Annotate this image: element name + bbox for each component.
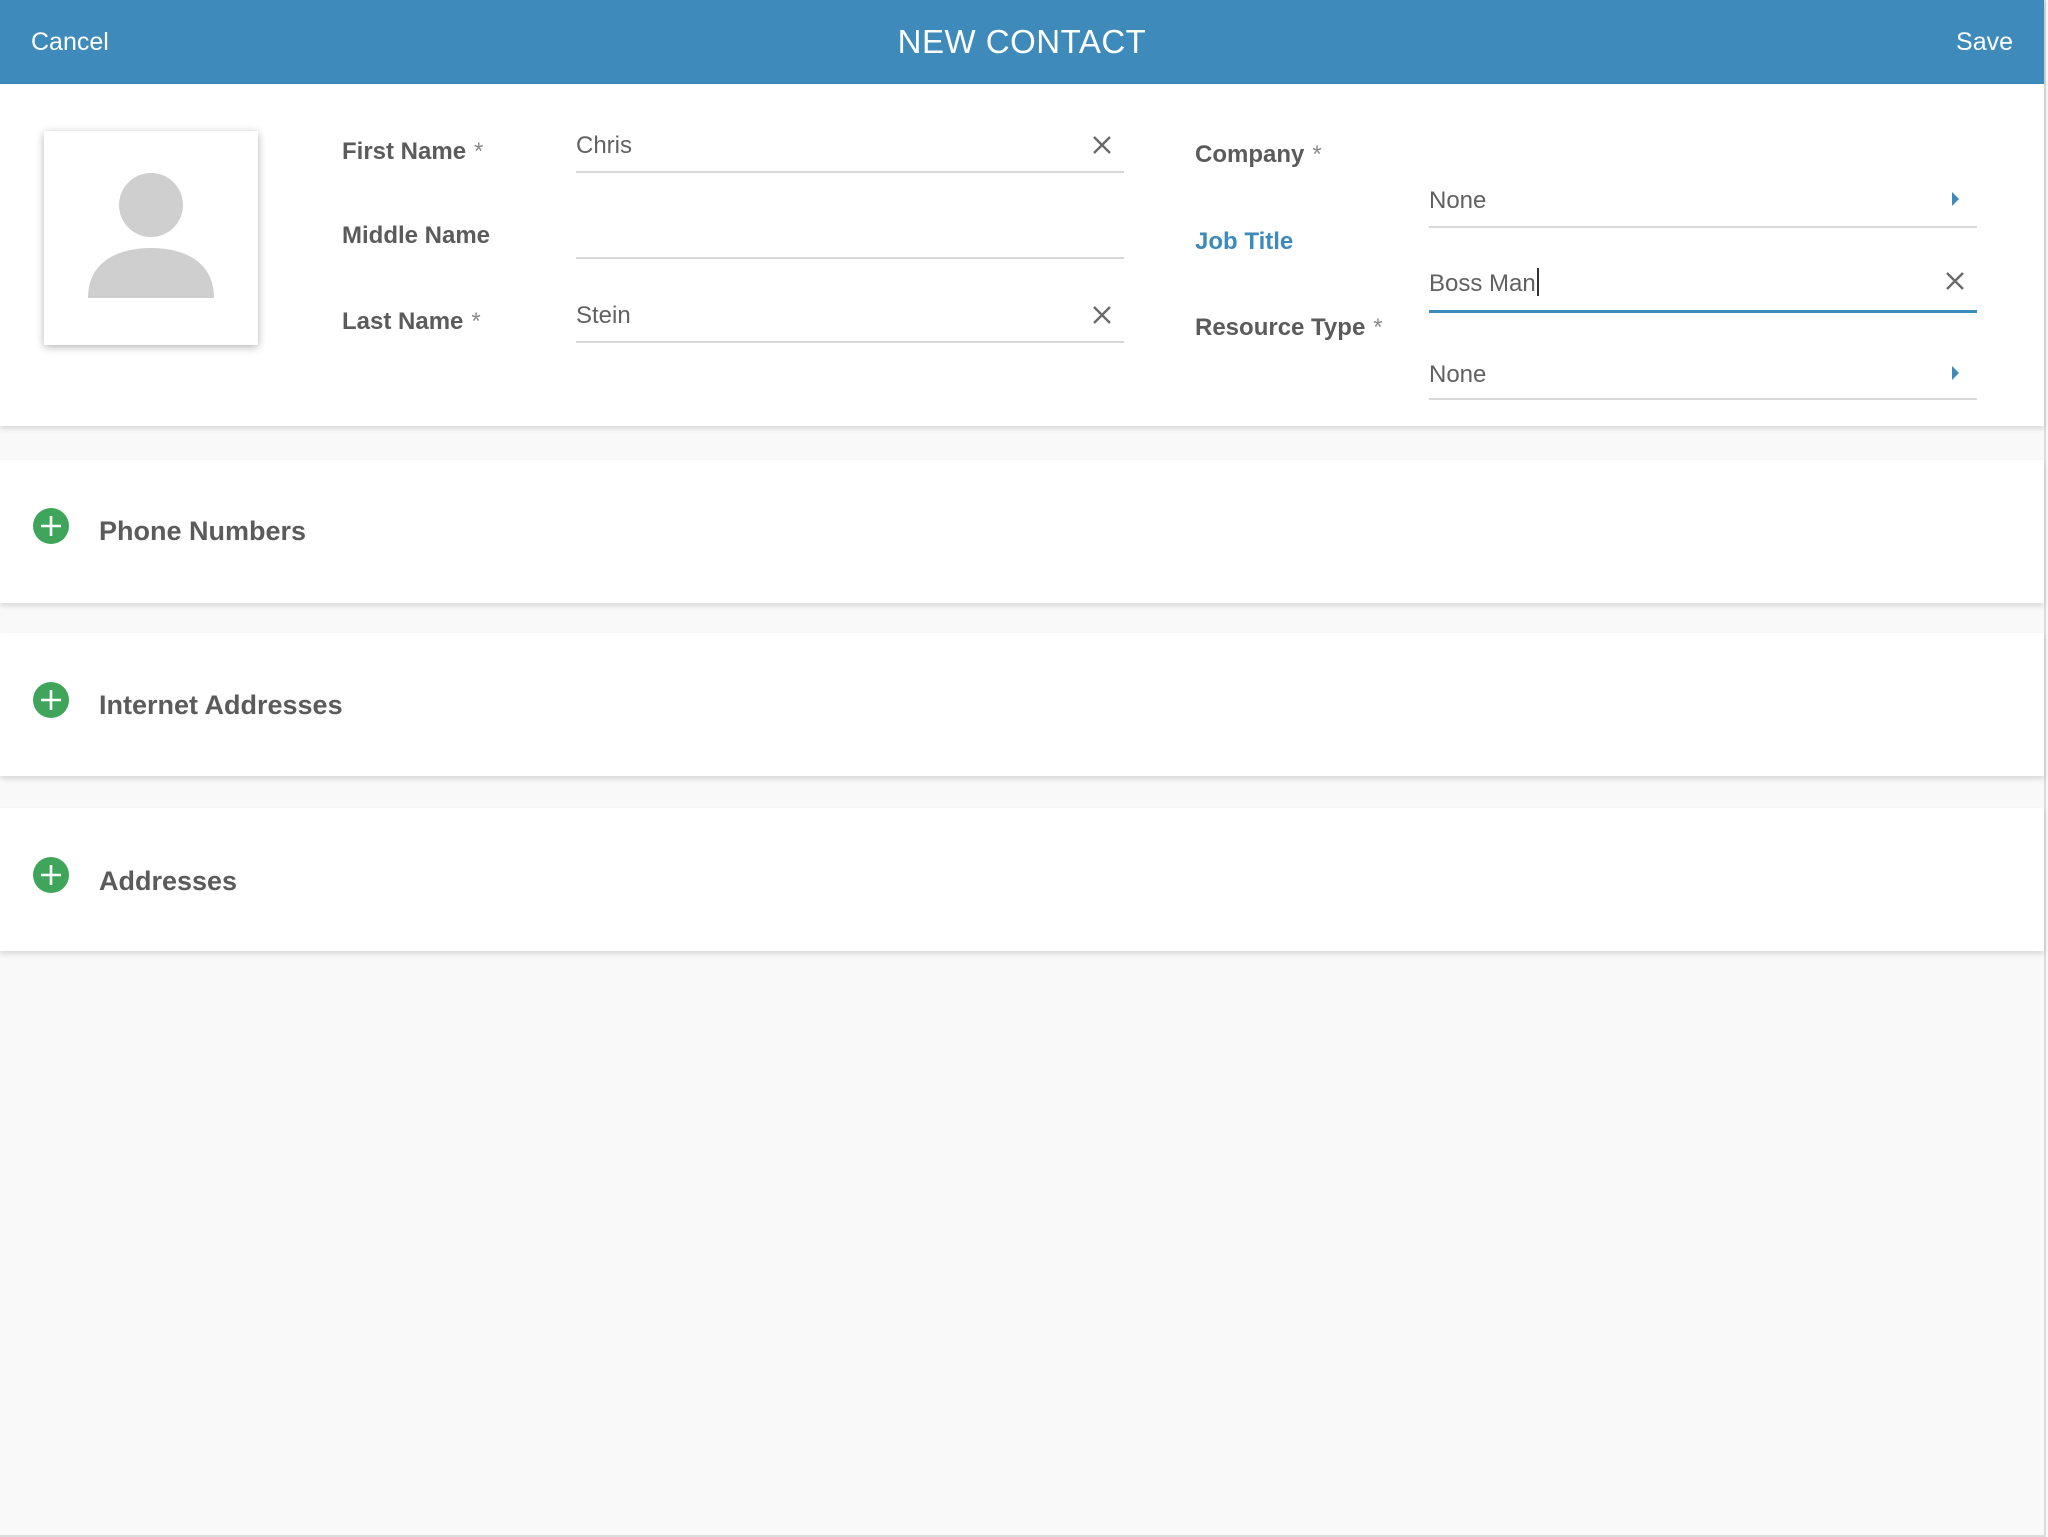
middle-name-field [576, 211, 1124, 259]
first-name-field [576, 125, 1124, 173]
required-marker: * [474, 138, 484, 165]
avatar[interactable] [44, 131, 258, 345]
header-bar: Cancel NEW CONTACT Save [0, 0, 2044, 84]
save-button[interactable]: Save [1956, 26, 2013, 58]
resource-type-picker[interactable]: None [1429, 352, 1977, 400]
job-title-field: Boss Man [1429, 264, 1977, 313]
new-contact-screen: Cancel NEW CONTACT Save First Name * Midd… [0, 0, 2046, 1537]
first-name-input[interactable] [576, 131, 1056, 161]
phone-numbers-section: Phone Numbers [0, 460, 2044, 603]
plus-circle-icon[interactable] [33, 682, 69, 718]
last-name-label-text: Last Name [342, 308, 464, 335]
caret-right-icon[interactable] [1952, 366, 1959, 380]
required-marker: * [471, 308, 481, 335]
job-title-value: Boss Man [1429, 270, 1536, 297]
addresses-title[interactable]: Addresses [99, 864, 237, 898]
job-title-input[interactable]: Boss Man [1429, 268, 1539, 299]
required-marker: * [1312, 141, 1322, 168]
addresses-section: Addresses [0, 808, 2044, 951]
job-title-label-text: Job Title [1195, 228, 1294, 255]
page-title: NEW CONTACT [897, 23, 1147, 60]
internet-addresses-section: Internet Addresses [0, 633, 2044, 776]
last-name-label: Last Name * [342, 307, 481, 337]
plus-circle-icon[interactable] [33, 508, 69, 544]
company-picker[interactable]: None [1429, 180, 1977, 228]
close-icon[interactable] [1092, 135, 1112, 155]
contact-info-card: First Name* Middle Name Last Name* Co [0, 84, 2044, 426]
phone-numbers-title[interactable]: Phone Numbers [99, 514, 306, 548]
middle-name-label: Middle Name [342, 221, 490, 251]
close-icon[interactable] [1092, 305, 1112, 325]
company-label: Company * [1195, 140, 1322, 170]
person-placeholder-icon [88, 173, 214, 298]
resource-type-value: None [1429, 361, 1487, 388]
internet-addresses-title[interactable]: Internet Addresses [99, 688, 343, 722]
middle-name-input[interactable] [576, 217, 1056, 247]
close-icon[interactable] [1945, 271, 1965, 291]
first-name-label: First Name * [342, 137, 483, 167]
last-name-input[interactable] [576, 301, 1056, 331]
text-cursor [1536, 268, 1539, 296]
middle-name-label-text: Middle Name [342, 222, 491, 249]
company-value: None [1429, 187, 1487, 214]
required-marker: * [1373, 314, 1383, 341]
job-title-label: Job Title [1195, 227, 1293, 257]
caret-right-icon[interactable] [1952, 192, 1959, 206]
resource-type-label-text: Resource Type [1195, 314, 1366, 341]
first-name-label-text: First Name [342, 138, 467, 165]
plus-circle-icon[interactable] [33, 857, 69, 893]
resource-type-label: Resource Type * [1195, 313, 1383, 343]
last-name-field [576, 295, 1124, 343]
company-label-text: Company [1195, 141, 1305, 168]
